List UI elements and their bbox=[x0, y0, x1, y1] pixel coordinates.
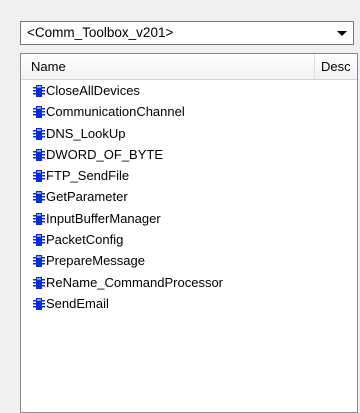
list-item[interactable]: SendEmail bbox=[21, 293, 357, 314]
list-item-label: DWORD_OF_BYTE bbox=[46, 146, 164, 162]
library-selector[interactable]: <Comm_Toolbox_v201> bbox=[20, 21, 354, 45]
list-item-label: SendEmail bbox=[46, 295, 109, 311]
list-item[interactable]: ReName_CommandProcessor bbox=[21, 272, 357, 293]
column-header-name[interactable]: Name bbox=[21, 54, 315, 79]
library-browser: <Comm_Toolbox_v201> Name Desc CloseAllDe… bbox=[0, 0, 358, 413]
list-item-label: DNS_LookUp bbox=[46, 125, 126, 141]
function-block-icon bbox=[33, 276, 45, 289]
list-item-label: PacketConfig bbox=[46, 232, 124, 248]
list-item[interactable]: FTP_SendFile bbox=[21, 165, 357, 186]
function-block-icon bbox=[33, 212, 45, 225]
function-block-icon bbox=[33, 106, 45, 119]
list-item-label: InputBufferManager bbox=[46, 210, 161, 226]
list-item-label: PrepareMessage bbox=[46, 253, 145, 269]
list-item-label: CommunicationChannel bbox=[46, 104, 185, 120]
column-header-description-label: Desc bbox=[321, 59, 351, 74]
list-item[interactable]: DWORD_OF_BYTE bbox=[21, 144, 357, 165]
column-header-name-label: Name bbox=[31, 59, 66, 74]
list-item[interactable]: InputBufferManager bbox=[21, 208, 357, 229]
chevron-down-icon[interactable] bbox=[331, 22, 353, 44]
list-item[interactable]: PacketConfig bbox=[21, 229, 357, 250]
function-block-icon bbox=[33, 191, 45, 204]
function-block-icon bbox=[33, 297, 45, 310]
library-selector-value: <Comm_Toolbox_v201> bbox=[27, 25, 174, 40]
list-item[interactable]: DNS_LookUp bbox=[21, 123, 357, 144]
function-block-icon bbox=[33, 85, 45, 97]
function-block-icon bbox=[33, 170, 45, 183]
list-item[interactable]: CommunicationChannel bbox=[21, 101, 357, 122]
list-item-label: ReName_CommandProcessor bbox=[46, 274, 224, 290]
list-item-label: CloseAllDevices bbox=[46, 83, 140, 98]
list-item-label: GetParameter bbox=[46, 189, 128, 205]
list-item[interactable]: PrepareMessage bbox=[21, 250, 357, 271]
list-rows: CloseAllDevices CommunicationChannel DNS_L… bbox=[21, 80, 357, 314]
function-block-icon bbox=[33, 148, 45, 161]
list-header: Name Desc bbox=[21, 54, 357, 80]
function-block-icon bbox=[33, 255, 45, 268]
list-item[interactable]: GetParameter bbox=[21, 186, 357, 207]
column-header-description[interactable]: Desc bbox=[316, 54, 357, 79]
function-block-list: Name Desc CloseAllDevices CommunicationCh… bbox=[20, 53, 358, 413]
function-block-icon bbox=[33, 234, 45, 247]
function-block-icon bbox=[33, 127, 45, 140]
list-item-label: FTP_SendFile bbox=[46, 168, 130, 184]
list-item[interactable]: CloseAllDevices bbox=[21, 80, 357, 101]
